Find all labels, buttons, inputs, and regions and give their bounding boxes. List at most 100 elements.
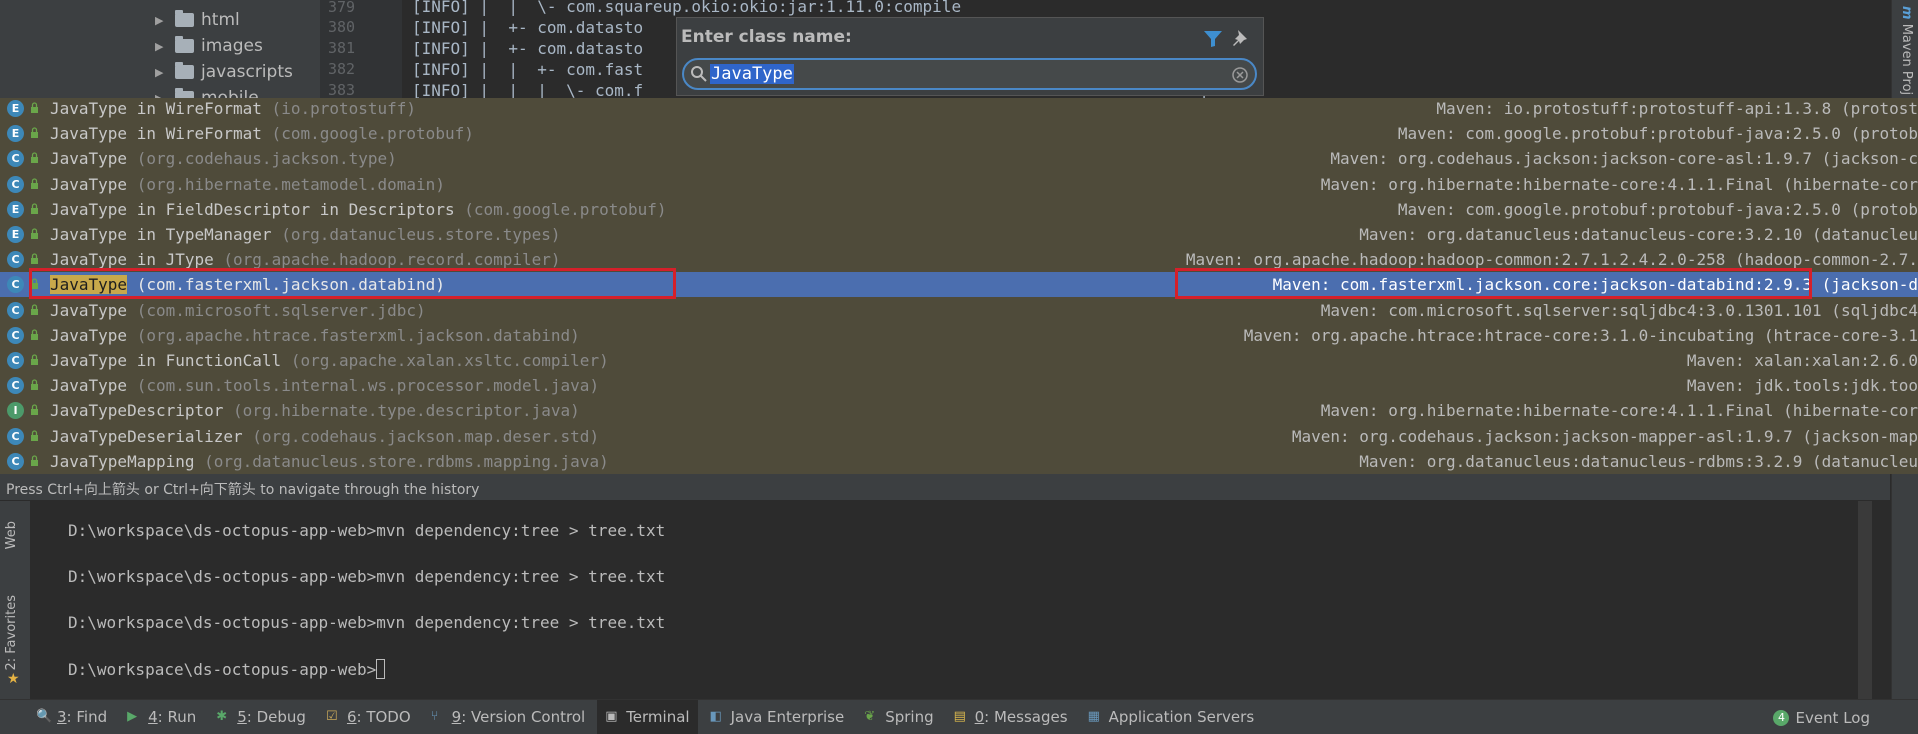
filter-icon[interactable] xyxy=(1203,30,1223,48)
event-log-tab[interactable]: 4 Event Log xyxy=(1765,700,1878,734)
pin-icon[interactable] xyxy=(1231,28,1249,48)
class-result-name: JavaTypeDescriptor (org.hibernate.type.d… xyxy=(50,401,580,420)
class-package: (com.google.protobuf) xyxy=(261,124,474,144)
tool-tab-search[interactable]: 🔍 3: Find xyxy=(28,700,115,734)
visibility-lock-icon xyxy=(31,455,38,466)
class-icon: C xyxy=(7,251,24,269)
terminal-line: D:\workspace\ds-octopus-app-web>mvn depe… xyxy=(68,521,666,540)
visibility-lock-icon xyxy=(31,404,38,416)
class-name-input-field[interactable]: JavaType xyxy=(682,58,1257,90)
class-result-row[interactable]: C JavaTypeMapping (org.datanucleus.store.… xyxy=(0,449,1918,474)
class-result-location: Maven: org.apache.htrace:htrace-core:3.1… xyxy=(1244,326,1918,345)
terminal-scrollbar[interactable] xyxy=(1858,501,1872,699)
class-outer-name: in WireFormat xyxy=(127,124,262,144)
maven-projects-tab[interactable]: m Maven Proj xyxy=(1899,6,1914,95)
class-result-location: Maven: org.datanucleus:datanucleus-core:… xyxy=(1359,225,1918,244)
terminal-prompt: D:\workspace\ds-octopus-app-web> xyxy=(68,660,377,679)
maven-tab-label: Maven Proj xyxy=(1899,23,1914,96)
class-result-name: JavaType (com.microsoft.sqlserver.jdbc) xyxy=(50,301,426,320)
tool-tab-vcs[interactable]: ⑂ 9: Version Control xyxy=(423,700,594,734)
library-coordinates: Maven: com.microsoft.sqlserver:sqljdbc4:… xyxy=(1320,300,1918,320)
tool-tab-run[interactable]: ▶ 4: Run xyxy=(119,700,204,734)
search-icon: 🔍 xyxy=(36,709,53,724)
code-line[interactable]: [INFO] | | \- com.squareup.okio:okio:jar… xyxy=(412,0,961,16)
class-result-row[interactable]: E JavaType in WireFormat (com.google.prot… xyxy=(0,121,1918,146)
expand-arrow-icon[interactable]: ▶ xyxy=(155,14,171,27)
class-package: (org.apache.hadoop.record.compiler) xyxy=(213,250,561,270)
web-tab-label: Web xyxy=(4,521,19,550)
favorites-tab[interactable]: 2: Favorites xyxy=(4,595,19,671)
todo-icon: ☑ xyxy=(325,709,338,724)
class-outer-name: in FieldDescriptor in Descriptors xyxy=(127,199,455,219)
class-package: (org.apache.htrace.fasterxml.jackson.dat… xyxy=(127,325,580,345)
expand-arrow-icon[interactable]: ▶ xyxy=(155,66,171,79)
class-result-location: Maven: org.codehaus.jackson:jackson-mapp… xyxy=(1292,427,1918,446)
class-result-row[interactable]: I JavaTypeDescriptor (org.hibernate.type.… xyxy=(0,398,1918,423)
library-coordinates: Maven: xalan:xalan:2.6.0 xyxy=(1686,351,1918,370)
tree-item-label: html xyxy=(201,10,240,30)
class-result-row[interactable]: E JavaType in TypeManager (org.datanucleu… xyxy=(0,222,1918,247)
class-result-row[interactable]: C JavaType (com.microsoft.sqlserver.jdbc)… xyxy=(0,298,1918,323)
expand-arrow-icon[interactable]: ▶ xyxy=(155,40,171,53)
class-simple-name: JavaTypeDescriptor xyxy=(50,401,224,421)
tool-tab-todo[interactable]: ☑ 6: TODO xyxy=(318,700,419,734)
class-icon: C xyxy=(7,427,24,445)
tool-tab-java-enterprise[interactable]: ◧ Java Enterprise xyxy=(702,700,853,734)
class-result-row[interactable]: E JavaType in FieldDescriptor in Descript… xyxy=(0,197,1918,222)
class-result-row[interactable]: C JavaType in FunctionCall (org.apache.xa… xyxy=(0,348,1918,373)
terminal-icon: ▣ xyxy=(605,709,618,724)
line-number-gutter: 379 380 381 382 383 xyxy=(320,0,402,99)
code-line[interactable]: [INFO] | +- com.datasto xyxy=(412,18,643,37)
class-simple-name: JavaTypeDeserializer xyxy=(50,426,243,446)
visibility-lock-icon xyxy=(31,152,38,164)
class-result-location: Maven: org.hibernate:hibernate-core:4.1.… xyxy=(1321,175,1918,194)
tool-tab-terminal[interactable]: ▣ Terminal xyxy=(597,699,698,734)
visibility-lock-icon xyxy=(31,354,38,365)
library-coordinates: Maven: org.datanucleus:datanucleus-rdbms… xyxy=(1359,451,1918,471)
class-simple-name: JavaType xyxy=(50,250,128,270)
class-outer-name: in FunctionCall xyxy=(127,351,282,370)
input-selected-text: JavaType xyxy=(710,64,794,84)
class-result-row[interactable]: C JavaTypeDeserializer (org.codehaus.jack… xyxy=(0,424,1918,449)
terminal-prompt-line[interactable]: D:\workspace\ds-octopus-app-web> xyxy=(68,659,386,679)
class-simple-name: JavaType xyxy=(50,99,128,118)
enum-icon: E xyxy=(7,100,24,117)
class-result-name: JavaType in FieldDescriptor in Descripto… xyxy=(50,200,667,219)
popup-title: Enter class name: xyxy=(681,27,852,47)
class-simple-name: JavaTypeMapping xyxy=(50,451,195,471)
tree-item-images[interactable]: ▶ images xyxy=(155,33,263,59)
class-name-input[interactable]: JavaType xyxy=(710,64,1210,84)
class-result-location: Maven: xalan:xalan:2.6.0 xyxy=(1687,351,1918,370)
line-number: 382 xyxy=(328,60,356,78)
tool-tab-debug[interactable]: ✱ 5: Debug xyxy=(208,700,314,734)
clear-icon[interactable] xyxy=(1231,66,1249,84)
library-coordinates: Maven: com.google.protobuf:protobuf-java… xyxy=(1397,124,1918,144)
tree-item-javascripts[interactable]: ▶ javascripts xyxy=(155,59,293,85)
class-simple-name: JavaType xyxy=(50,325,128,345)
code-line[interactable]: [INFO] | | +- com.fast xyxy=(412,60,643,79)
class-simple-name: JavaType xyxy=(50,174,128,194)
class-simple-name: JavaType xyxy=(50,124,128,144)
class-result-row[interactable]: E JavaType in WireFormat (io.protostuff) M… xyxy=(0,98,1918,121)
tool-tab-messages[interactable]: ▤ 0: Messages xyxy=(946,700,1076,734)
code-line[interactable]: [INFO] | +- com.datasto xyxy=(412,39,643,58)
visibility-lock-icon xyxy=(31,203,38,214)
tool-tab-spring[interactable]: ❦ Spring xyxy=(856,700,941,734)
visibility-lock-icon xyxy=(31,329,38,340)
library-jar-name: (jackson-d xyxy=(1812,275,1918,295)
class-result-row[interactable]: C JavaType (org.apache.htrace.fasterxml.j… xyxy=(0,323,1918,348)
class-result-row[interactable]: C JavaType (org.codehaus.jackson.type) Mav… xyxy=(0,146,1918,171)
class-result-name: JavaType (org.codehaus.jackson.type) xyxy=(50,149,397,168)
class-package: (com.google.protobuf) xyxy=(454,199,667,219)
terminal-panel[interactable]: D:\workspace\ds-octopus-app-web>mvn depe… xyxy=(29,501,1890,699)
tool-tab-label: : TODO xyxy=(356,708,411,726)
terminal-line: D:\workspace\ds-octopus-app-web>mvn depe… xyxy=(68,613,666,632)
java-enterprise-icon: ◧ xyxy=(709,709,722,724)
class-result-row[interactable]: C JavaType (org.hibernate.metamodel.domai… xyxy=(0,172,1918,197)
enum-icon: E xyxy=(7,200,24,218)
class-result-name: JavaType in FunctionCall (org.apache.xal… xyxy=(50,351,609,370)
tree-item-html[interactable]: ▶ html xyxy=(155,7,240,33)
class-result-row[interactable]: C JavaType (com.sun.tools.internal.ws.pro… xyxy=(0,373,1918,398)
web-tab[interactable]: Web xyxy=(4,521,19,549)
tool-tab-app-servers[interactable]: ▦ Application Servers xyxy=(1080,700,1263,734)
